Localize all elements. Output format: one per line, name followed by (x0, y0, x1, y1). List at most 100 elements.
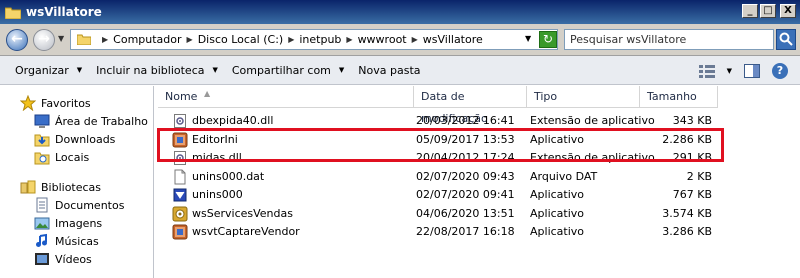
address-row: ← → ▼ ▶ Computador ▶ Disco Local (C:) ▶ … (0, 24, 800, 56)
include-library-label: Incluir na biblioteca (96, 63, 205, 77)
file-name: unins000 (192, 188, 243, 201)
nav-pictures[interactable]: Imagens (0, 214, 153, 232)
nav-places[interactable]: Locais (0, 148, 153, 166)
file-row[interactable]: unins000.dat 02/07/2020 09:43 Arquivo DAT 2… (158, 168, 718, 186)
documents-icon (36, 197, 48, 213)
chevron-down-icon: ▼ (212, 66, 218, 74)
new-folder-button[interactable]: Nova pasta (358, 64, 420, 77)
breadcrumb-wwwroot[interactable]: wwwroot (358, 33, 407, 46)
nav-desktop-label: Área de Trabalho (55, 114, 148, 128)
dll-icon (172, 113, 188, 129)
breadcrumb-computer[interactable]: Computador (113, 33, 181, 46)
nav-downloads-label: Downloads (55, 132, 116, 146)
chevron-down-icon: ▼ (338, 66, 345, 74)
breadcrumb-chevron-icon[interactable]: ▶ (187, 35, 193, 44)
address-bar[interactable]: ▶ Computador ▶ Disco Local (C:) ▶ inetpu… (70, 29, 558, 50)
breadcrumb-inetpub[interactable]: inetpub (299, 33, 341, 46)
column-header-type[interactable]: Tipo (527, 86, 640, 108)
nav-documents[interactable]: Documentos (0, 196, 153, 214)
search-icon (779, 32, 793, 46)
desktop-icon (34, 114, 50, 128)
libraries-group: Bibliotecas Documentos Imagens Músicas V… (0, 178, 153, 268)
star-icon (20, 95, 36, 111)
new-folder-label: Nova pasta (358, 63, 421, 77)
nav-videos[interactable]: Vídeos (0, 250, 153, 268)
breadcrumb-wsvillatore[interactable]: wsVillatore (423, 33, 483, 46)
recent-places-icon (34, 152, 50, 165)
breadcrumb-chevron-icon[interactable]: ▶ (288, 35, 294, 44)
videos-icon (35, 253, 49, 265)
breadcrumb-chevron-icon[interactable]: ▶ (412, 35, 418, 44)
organize-button[interactable]: Organizar ▼ (15, 64, 82, 77)
command-toolbar: Organizar ▼ Incluir na biblioteca ▼ Comp… (0, 56, 800, 85)
file-date: 02/07/2020 09:43 (416, 169, 515, 183)
file-size: 3.574 KB (662, 206, 712, 220)
include-library-button[interactable]: Incluir na biblioteca ▼ (96, 64, 218, 77)
forward-button[interactable]: → (33, 29, 55, 51)
file-row[interactable]: wsServicesVendas 04/06/2020 13:51 Aplicati… (158, 205, 718, 223)
file-size: 2 KB (686, 169, 712, 183)
column-size-label: Tamanho (647, 90, 697, 103)
search-button[interactable] (776, 29, 796, 50)
file-date: 22/08/2017 16:18 (416, 225, 515, 238)
search-input[interactable]: Pesquisar wsVillatore (564, 29, 774, 50)
minimize-button[interactable]: _ (742, 4, 758, 18)
file-name: wsvtCaptareVendor (192, 225, 300, 238)
file-name: unins000.dat (192, 169, 265, 183)
file-type: Arquivo DAT (530, 169, 598, 183)
title-bar: wsVillatore _ □ X (0, 0, 800, 24)
nav-music-label: Músicas (55, 234, 99, 248)
share-label: Compartilhar com (231, 63, 331, 77)
file-list: ▲ Nome Data de modificação Tipo Tamanho … (158, 86, 800, 278)
maximize-button[interactable]: □ (760, 4, 776, 18)
file-date: 04/06/2020 13:51 (416, 206, 515, 220)
file-row[interactable]: unins000 02/07/2020 09:41 Aplicativo 767 KB (158, 186, 718, 204)
nav-desktop[interactable]: Área de Trabalho (0, 112, 153, 130)
nav-downloads[interactable]: Downloads (0, 130, 153, 148)
view-dropdown-icon[interactable]: ▼ (727, 67, 732, 75)
nav-libraries[interactable]: Bibliotecas (0, 178, 153, 196)
app-icon (172, 224, 188, 240)
view-options-icon[interactable] (698, 64, 715, 78)
nav-pictures-label: Imagens (55, 216, 103, 230)
history-dropdown-icon[interactable]: ▼ (58, 34, 64, 43)
organize-label: Organizar (15, 63, 69, 77)
pictures-icon (34, 217, 50, 230)
file-icon (172, 169, 188, 185)
file-type: Aplicativo (530, 206, 585, 220)
column-header-date[interactable]: Data de modificação (414, 86, 527, 125)
column-name-label: Nome (165, 90, 198, 103)
file-row[interactable]: wsvtCaptareVendor 22/08/2017 16:18 Aplicat… (158, 223, 718, 241)
folder-icon (77, 34, 91, 45)
file-size: 767 KB (672, 188, 712, 201)
file-type: Aplicativo (530, 225, 585, 238)
back-button[interactable]: ← (6, 29, 28, 51)
file-name-cell[interactable]: wsServicesVendas (172, 205, 293, 223)
column-header-name[interactable]: ▲ Nome (158, 86, 414, 108)
close-button[interactable]: X (780, 4, 796, 18)
folder-icon (5, 7, 21, 19)
help-icon[interactable]: ? (772, 63, 788, 79)
highlight-box (157, 128, 724, 162)
file-name-cell[interactable]: wsvtCaptareVendor (172, 223, 300, 241)
favorites-group: Favoritos Área de Trabalho Downloads Loc… (0, 94, 153, 166)
file-name-cell[interactable]: unins000.dat (172, 168, 264, 186)
file-size: 3.286 KB (662, 225, 712, 238)
refresh-icon[interactable]: ↻ (539, 31, 557, 48)
nav-documents-label: Documentos (55, 198, 125, 212)
share-button[interactable]: Compartilhar com ▼ (232, 64, 344, 77)
nav-places-label: Locais (55, 150, 90, 164)
breadcrumb-local-disk[interactable]: Disco Local (C:) (198, 33, 284, 46)
column-type-label: Tipo (534, 90, 558, 103)
chevron-down-icon: ▼ (76, 66, 83, 74)
nav-favorites[interactable]: Favoritos (0, 94, 153, 112)
service-icon (172, 206, 188, 222)
breadcrumb-chevron-icon[interactable]: ▶ (102, 35, 108, 44)
nav-libraries-label: Bibliotecas (41, 180, 102, 194)
breadcrumb-chevron-icon[interactable]: ▶ (346, 35, 352, 44)
file-name-cell[interactable]: unins000 (172, 186, 243, 204)
nav-music[interactable]: Músicas (0, 232, 153, 250)
window-title: wsVillatore (26, 5, 102, 19)
column-header-size[interactable]: Tamanho (640, 86, 718, 108)
preview-pane-icon[interactable] (744, 64, 760, 78)
